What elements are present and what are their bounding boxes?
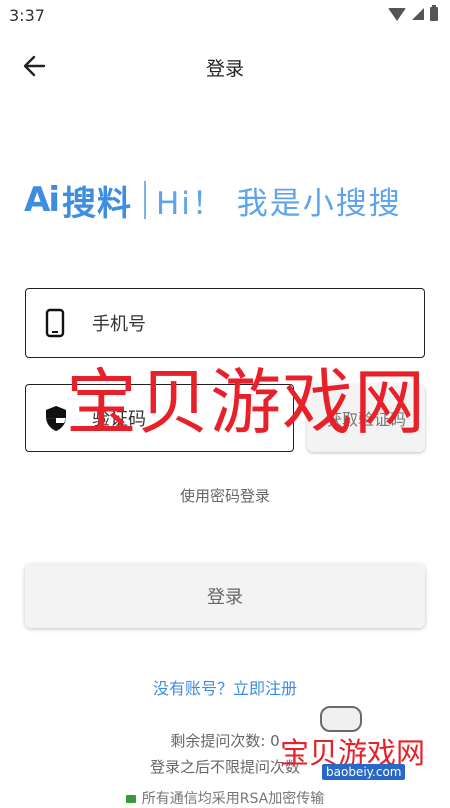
phone-input[interactable] bbox=[90, 289, 414, 359]
brand-logo: Ai bbox=[24, 180, 58, 220]
header: 登录 bbox=[0, 40, 450, 92]
brand-divider bbox=[144, 181, 146, 219]
shield-icon bbox=[44, 404, 68, 432]
status-time: 3:37 bbox=[9, 6, 45, 25]
unlimited-questions-text: 登录之后不限提问次数 bbox=[0, 756, 450, 777]
brand-banner: Ai 搜料 Hi！ 我是小搜搜 bbox=[24, 178, 428, 222]
wifi-icon bbox=[388, 8, 406, 21]
lock-icon bbox=[126, 795, 136, 803]
code-input[interactable] bbox=[90, 385, 284, 453]
battery-icon bbox=[430, 7, 438, 21]
page-title: 登录 bbox=[0, 54, 450, 81]
register-link[interactable]: 没有账号？立即注册 bbox=[0, 675, 450, 699]
code-field[interactable] bbox=[25, 384, 294, 452]
status-bar: 3:37 bbox=[0, 0, 450, 32]
phone-icon bbox=[44, 308, 66, 338]
login-button[interactable]: 登录 bbox=[25, 564, 425, 628]
get-code-button[interactable]: 获取验证码 bbox=[307, 384, 425, 452]
gamepad-icon bbox=[320, 706, 362, 732]
remaining-questions-text: 剩余提问次数: 0 bbox=[0, 730, 450, 751]
status-icons bbox=[388, 7, 438, 21]
brand-name: 搜料 bbox=[62, 176, 132, 225]
encryption-note: 所有通信均采用RSA加密传输 bbox=[0, 788, 450, 808]
phone-field[interactable] bbox=[25, 288, 425, 358]
password-login-link[interactable]: 使用密码登录 bbox=[0, 485, 450, 506]
brand-slogan: Hi！ 我是小搜搜 bbox=[156, 178, 402, 223]
encryption-note-text: 所有通信均采用RSA加密传输 bbox=[142, 791, 324, 807]
signal-icon bbox=[412, 8, 424, 20]
